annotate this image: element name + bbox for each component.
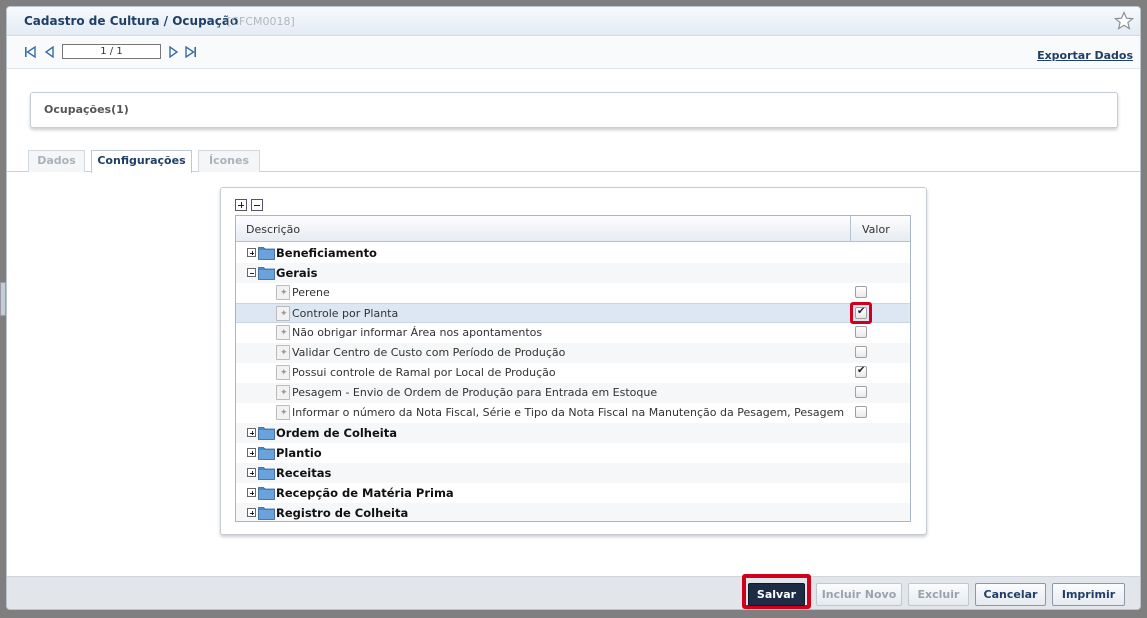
tree-item-row[interactable]: ✦ Controle por Planta bbox=[236, 302, 910, 324]
group-title: Ocupações(1) bbox=[44, 103, 129, 116]
tree-row-label: Informar o número da Nota Fiscal, Série … bbox=[292, 406, 846, 419]
occupations-group: Ocupações(1) bbox=[30, 92, 1118, 128]
collapse-toggle-icon[interactable] bbox=[247, 268, 256, 277]
expand-toggle-icon[interactable] bbox=[247, 248, 256, 257]
tree-group-row[interactable]: Plantio bbox=[236, 443, 910, 463]
app-window: Cadastro de Cultura / Ocupação [CFCM0018… bbox=[6, 6, 1141, 610]
column-header-description[interactable]: Descrição bbox=[246, 223, 300, 236]
delete-button[interactable]: Excluir bbox=[908, 583, 969, 606]
tree-row-label: Possui controle de Ramal por Local de Pr… bbox=[292, 366, 556, 379]
tree-row-label: Ordem de Colheita bbox=[276, 426, 397, 440]
tree-group-row[interactable]: Receitas bbox=[236, 463, 910, 483]
folder-icon bbox=[258, 505, 275, 520]
folder-icon bbox=[258, 245, 275, 260]
tree-row-label: Validar Centro de Custo com Período de P… bbox=[292, 346, 566, 359]
grid-header: Descrição Valor bbox=[236, 216, 910, 242]
value-checkbox[interactable] bbox=[855, 386, 867, 398]
tree-row-label: Receitas bbox=[276, 466, 332, 480]
value-checkbox[interactable] bbox=[855, 326, 867, 338]
tree-group-row[interactable]: Registro de Colheita bbox=[236, 503, 910, 521]
tree-row-label: Controle por Planta bbox=[292, 307, 399, 320]
value-checkbox[interactable] bbox=[855, 346, 867, 358]
tree-row-label: Registro de Colheita bbox=[276, 506, 409, 520]
expand-all-icon[interactable] bbox=[235, 199, 247, 211]
column-header-value[interactable]: Valor bbox=[862, 223, 890, 236]
setting-item-icon: ✦ bbox=[276, 306, 290, 321]
tree-row-label: Pesagem - Envio de Ordem de Produção par… bbox=[292, 386, 658, 399]
first-page-icon[interactable] bbox=[24, 46, 36, 58]
value-checkbox[interactable] bbox=[855, 365, 867, 378]
configuration-tree-grid: Descrição Valor Beneficiamento Gerais ✦ Per… bbox=[235, 215, 911, 522]
tree-row-label: Gerais bbox=[276, 266, 318, 280]
export-data-link[interactable]: Exportar Dados bbox=[1037, 49, 1133, 62]
action-bar: Salvar Incluir Novo Excluir Cancelar Imp… bbox=[7, 574, 1140, 609]
folder-icon bbox=[258, 445, 275, 460]
tree-row-label: Plantio bbox=[276, 446, 322, 460]
folder-icon bbox=[258, 485, 275, 500]
last-page-icon[interactable] bbox=[185, 46, 197, 58]
cancel-button[interactable]: Cancelar bbox=[975, 583, 1046, 606]
folder-icon bbox=[258, 265, 275, 280]
previous-page-icon[interactable] bbox=[44, 46, 56, 58]
record-navigation-bar: 1 / 1 Exportar Dados bbox=[7, 37, 1140, 69]
setting-item-icon: ✦ bbox=[276, 405, 290, 420]
configuration-panel: Descrição Valor Beneficiamento Gerais ✦ Per… bbox=[220, 187, 927, 535]
collapse-all-icon[interactable] bbox=[251, 199, 263, 211]
tree-group-row[interactable]: Gerais bbox=[236, 263, 910, 283]
favorite-star-icon[interactable] bbox=[1114, 11, 1134, 31]
page-title: Cadastro de Cultura / Ocupação bbox=[24, 14, 239, 28]
tab-content: Descrição Valor Beneficiamento Gerais ✦ Per… bbox=[7, 173, 1140, 576]
tab-strip: Dados Configurações Ícones bbox=[7, 148, 1140, 173]
setting-item-icon: ✦ bbox=[276, 385, 290, 400]
tree-group-row[interactable]: Beneficiamento bbox=[236, 243, 910, 263]
print-button[interactable]: Imprimir bbox=[1052, 583, 1125, 606]
tree-item-row[interactable]: ✦ Validar Centro de Custo com Período de … bbox=[236, 343, 910, 363]
tree-group-row[interactable]: Recepção de Matéria Prima bbox=[236, 483, 910, 503]
folder-icon bbox=[258, 465, 275, 480]
expand-toggle-icon[interactable] bbox=[247, 508, 256, 517]
tab-dados[interactable]: Dados bbox=[28, 150, 85, 172]
tab-icones[interactable]: Ícones bbox=[198, 150, 260, 172]
value-checkbox[interactable] bbox=[855, 406, 867, 418]
title-bar: Cadastro de Cultura / Ocupação [CFCM0018… bbox=[7, 7, 1140, 36]
next-page-icon[interactable] bbox=[167, 46, 179, 58]
save-button[interactable]: Salvar bbox=[748, 583, 805, 606]
tree-row-label: Beneficiamento bbox=[276, 246, 377, 260]
program-code: [CFCM0018] bbox=[227, 15, 295, 28]
setting-item-icon: ✦ bbox=[276, 345, 290, 360]
tree-item-row[interactable]: ✦ Informar o número da Nota Fiscal, Série… bbox=[236, 403, 910, 423]
expand-toggle-icon[interactable] bbox=[247, 448, 256, 457]
page-input[interactable]: 1 / 1 bbox=[62, 44, 161, 59]
tree-group-row[interactable]: Ordem de Colheita bbox=[236, 423, 910, 443]
tree-row-label: Perene bbox=[292, 286, 330, 299]
setting-item-icon: ✦ bbox=[276, 365, 290, 380]
tab-configuracoes[interactable]: Configurações bbox=[91, 150, 192, 173]
tree-item-row[interactable]: ✦ Possui controle de Ramal por Local de P… bbox=[236, 363, 910, 383]
add-new-button[interactable]: Incluir Novo bbox=[816, 583, 902, 606]
expand-toggle-icon[interactable] bbox=[247, 428, 256, 437]
expand-toggle-icon[interactable] bbox=[247, 488, 256, 497]
checkbox-highlight bbox=[850, 302, 872, 324]
tree-row-label: Recepção de Matéria Prima bbox=[276, 486, 454, 500]
setting-item-icon: ✦ bbox=[276, 285, 290, 300]
tree-row-label: Não obrigar informar Área nos apontament… bbox=[292, 326, 543, 339]
tree-item-row[interactable]: ✦ Perene bbox=[236, 283, 910, 303]
setting-item-icon: ✦ bbox=[276, 325, 290, 340]
tree-item-row[interactable]: ✦ Pesagem - Envio de Ordem de Produção pa… bbox=[236, 383, 910, 403]
folder-icon bbox=[258, 425, 275, 440]
expand-toggle-icon[interactable] bbox=[247, 468, 256, 477]
value-checkbox[interactable] bbox=[855, 286, 867, 298]
tree-item-row[interactable]: ✦ Não obrigar informar Área nos apontamen… bbox=[236, 323, 910, 343]
